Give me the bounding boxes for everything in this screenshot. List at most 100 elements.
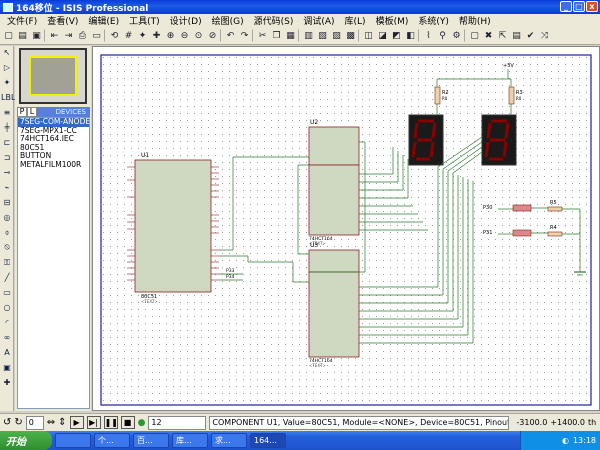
print-icon[interactable]: ⎙	[76, 29, 89, 42]
selection-mode-icon[interactable]: ↖	[1, 47, 13, 59]
netlist-icon[interactable]: ⤨	[538, 29, 551, 42]
open-folder-icon[interactable]: ▤	[16, 29, 29, 42]
wire-autoroute-icon[interactable]: ⌇	[422, 29, 435, 42]
schematic-canvas[interactable]: U1 80C51 <TEXT> U2 74HCT164 <TEXT> U3 74…	[92, 46, 600, 411]
voltage-probe-icon[interactable]: ⌽	[1, 227, 13, 239]
bom-icon[interactable]: ▤	[510, 29, 523, 42]
box-icon[interactable]: ▭	[1, 287, 13, 299]
marker-icon[interactable]: ✚	[1, 377, 13, 389]
minimize-button[interactable]: _	[560, 1, 572, 12]
pick-device-icon[interactable]: ◫	[362, 29, 375, 42]
wire-label-icon[interactable]: LBL	[1, 92, 15, 104]
remove-sheet-icon[interactable]: ✖	[482, 29, 495, 42]
start-button[interactable]: 开始	[0, 431, 52, 450]
exit-sheet-icon[interactable]: ⇱	[496, 29, 509, 42]
rotate-ccw-icon[interactable]: ↺	[3, 417, 11, 428]
symbol-icon[interactable]: ▣	[1, 362, 13, 374]
text-icon[interactable]: A	[1, 347, 13, 359]
maximize-button[interactable]: □	[573, 1, 585, 12]
rotate-cw-icon[interactable]: ↻	[14, 417, 22, 428]
u2-shift-register[interactable]: U2 74HCT164 <TEXT>	[308, 119, 360, 246]
undo-icon[interactable]: ↶	[224, 29, 237, 42]
rotation-input[interactable]: 0	[25, 415, 44, 430]
menu-file[interactable]: 文件(F)	[2, 14, 42, 27]
menu-tools[interactable]: 工具(T)	[124, 14, 165, 27]
menu-design[interactable]: 设计(D)	[165, 14, 207, 27]
pick-devices-button[interactable]: P	[17, 107, 27, 117]
stop-button[interactable]: ■	[120, 416, 135, 429]
overview-viewport[interactable]	[29, 56, 77, 96]
copy-icon[interactable]: ❐	[270, 29, 283, 42]
arc-icon[interactable]: ◜	[1, 317, 13, 329]
zoom-in-icon[interactable]: ⊕	[164, 29, 177, 42]
message-count[interactable]: 12 Message(s)	[148, 415, 207, 439]
menu-graph[interactable]: 绘图(G)	[207, 14, 249, 27]
save-icon[interactable]: ▣	[30, 29, 43, 42]
pin-icon[interactable]: ⊸	[1, 167, 13, 179]
import-icon[interactable]: ⇤	[48, 29, 61, 42]
taskbar-item[interactable]: 库...	[172, 433, 208, 448]
seven-segment-display-1[interactable]	[408, 114, 444, 166]
menu-edit[interactable]: 编辑(E)	[83, 14, 124, 27]
search-icon[interactable]: ⚲	[436, 29, 449, 42]
u1-microcontroller[interactable]: U1 80C51 <TEXT>	[127, 152, 219, 304]
current-probe-icon[interactable]: ⍉	[1, 242, 13, 254]
graph-icon[interactable]: ⌁	[1, 182, 13, 194]
export-icon[interactable]: ⇥	[62, 29, 75, 42]
block-move-icon[interactable]: ▧	[316, 29, 329, 42]
pan-icon[interactable]: ✚	[150, 29, 163, 42]
block-rotate-icon[interactable]: ▨	[330, 29, 343, 42]
make-device-icon[interactable]: ◪	[376, 29, 389, 42]
tray-icon[interactable]: ◐	[562, 436, 569, 445]
grid-icon[interactable]: #	[122, 29, 135, 42]
text-script-icon[interactable]: ≡	[1, 107, 13, 119]
origin-icon[interactable]: ✦	[136, 29, 149, 42]
taskbar-item[interactable]: 求...	[211, 433, 247, 448]
mirror-v-icon[interactable]: ⇕	[58, 417, 66, 428]
component-mode-icon[interactable]: ▷	[1, 62, 13, 74]
virtual-instrument-icon[interactable]: ⚿	[1, 257, 13, 269]
menu-template[interactable]: 模板(M)	[371, 14, 414, 27]
new-file-icon[interactable]: ▢	[2, 29, 15, 42]
play-button[interactable]: ▶	[69, 416, 84, 429]
block-delete-icon[interactable]: ▩	[344, 29, 357, 42]
taskbar-item[interactable]: 个...	[94, 433, 130, 448]
u3-shift-register[interactable]: U3 74HCT164 <TEXT>	[308, 242, 360, 368]
schematic-svg[interactable]: U1 80C51 <TEXT> U2 74HCT164 <TEXT> U3 74…	[93, 47, 599, 410]
path-icon[interactable]: ∞	[1, 332, 13, 344]
new-sheet-icon[interactable]: ▢	[468, 29, 481, 42]
menu-library[interactable]: 库(L)	[340, 14, 371, 27]
tape-icon[interactable]: ⊟	[1, 197, 13, 209]
circle-icon[interactable]: ○	[1, 302, 13, 314]
menu-system[interactable]: 系统(Y)	[413, 14, 454, 27]
taskbar-item[interactable]: 百...	[133, 433, 169, 448]
menu-view[interactable]: 查看(V)	[42, 14, 83, 27]
decompose-icon[interactable]: ◧	[404, 29, 417, 42]
seven-segment-display-2[interactable]	[481, 114, 517, 166]
step-button[interactable]: ▶|	[86, 416, 101, 429]
property-icon[interactable]: ⚙	[450, 29, 463, 42]
pause-button[interactable]: ❚❚	[103, 416, 118, 429]
zoom-all-icon[interactable]: ⊙	[192, 29, 205, 42]
zoom-out-icon[interactable]: ⊖	[178, 29, 191, 42]
taskbar-item-active[interactable]: 164...	[250, 433, 286, 448]
taskbar-item[interactable]	[55, 433, 91, 448]
erc-icon[interactable]: ✔	[524, 29, 537, 42]
overview-window[interactable]	[19, 48, 87, 104]
refresh-icon[interactable]: ⟲	[108, 29, 121, 42]
library-manager-button[interactable]: L	[27, 107, 37, 117]
redo-icon[interactable]: ↷	[238, 29, 251, 42]
paste-icon[interactable]: ▦	[284, 29, 297, 42]
menu-debug[interactable]: 调试(A)	[298, 14, 339, 27]
mirror-h-icon[interactable]: ⇔	[47, 417, 55, 428]
line-icon[interactable]: ╱	[1, 272, 13, 284]
close-button[interactable]: x	[586, 1, 598, 12]
zoom-area-icon[interactable]: ⊘	[206, 29, 219, 42]
terminal-icon[interactable]: ⊐	[1, 152, 13, 164]
cut-icon[interactable]: ✂	[256, 29, 269, 42]
bus-icon[interactable]: ╪	[1, 122, 13, 134]
subcircuit-icon[interactable]: ⊏	[1, 137, 13, 149]
junction-icon[interactable]: ✦	[1, 77, 13, 89]
print-area-icon[interactable]: ▭	[90, 29, 103, 42]
menu-help[interactable]: 帮助(H)	[454, 14, 496, 27]
